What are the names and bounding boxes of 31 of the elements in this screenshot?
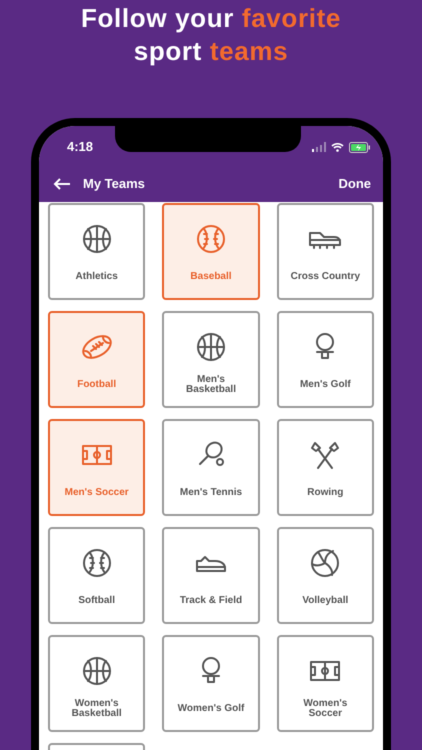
team-label: Rowing — [307, 488, 344, 498]
status-time: 4:18 — [67, 138, 94, 156]
team-label: Volleyball — [302, 596, 348, 606]
team-label: Baseball — [190, 272, 232, 282]
team-label: Track & Field — [180, 596, 242, 606]
team-tile[interactable]: Cross Country — [276, 203, 374, 300]
team-tile[interactable]: Men's Basketball — [162, 311, 260, 408]
team-label: Softball — [78, 596, 115, 606]
team-label: Athletics — [76, 272, 118, 282]
team-tile[interactable]: Rowing — [276, 419, 374, 516]
team-tile[interactable]: Athletics — [48, 203, 146, 300]
team-label: Women's Golf — [178, 704, 244, 714]
done-button[interactable]: Done — [338, 174, 371, 194]
team-label: Men's Tennis — [180, 488, 242, 498]
team-label: Men's Golf — [300, 380, 351, 390]
team-label: Women's Soccer — [302, 698, 348, 718]
team-tile[interactable]: Volleyball — [276, 527, 374, 624]
team-tile[interactable]: Women's Basketball — [48, 635, 146, 732]
team-label: Women's Basketball — [70, 698, 123, 718]
team-label: Men's Basketball — [184, 374, 237, 394]
team-label: Cross Country — [290, 272, 360, 282]
team-tile[interactable]: Softball — [48, 527, 146, 624]
team-label: Men's Soccer — [64, 488, 129, 498]
headline: Follow your favorite sport teams — [80, 2, 342, 68]
team-tile[interactable]: Men's Tennis — [162, 419, 260, 516]
team-tile[interactable]: Men's Golf — [276, 311, 374, 408]
team-label: Football — [77, 380, 116, 390]
team-tile[interactable]: Women's Golf — [162, 635, 260, 732]
nav-title: My Teams — [83, 175, 145, 194]
team-tile[interactable]: Women's Soccer — [276, 635, 374, 732]
team-tile[interactable]: Track & Field — [162, 527, 260, 624]
